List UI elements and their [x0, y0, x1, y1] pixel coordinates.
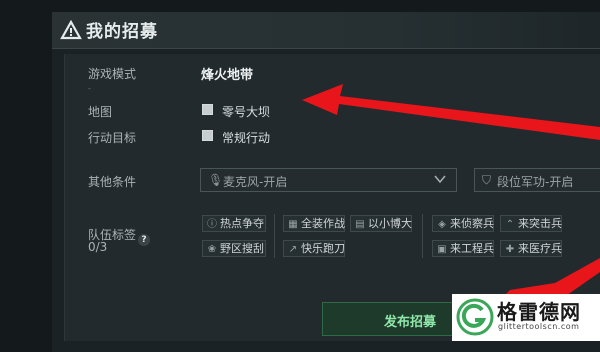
annotation-arrows	[302, 84, 600, 330]
arrow-to-map	[302, 84, 600, 140]
watermark-url: glittertoolscn.com	[498, 322, 580, 331]
watermark-name: 格雷德网	[497, 300, 581, 324]
watermark-logo-icon	[456, 298, 494, 336]
